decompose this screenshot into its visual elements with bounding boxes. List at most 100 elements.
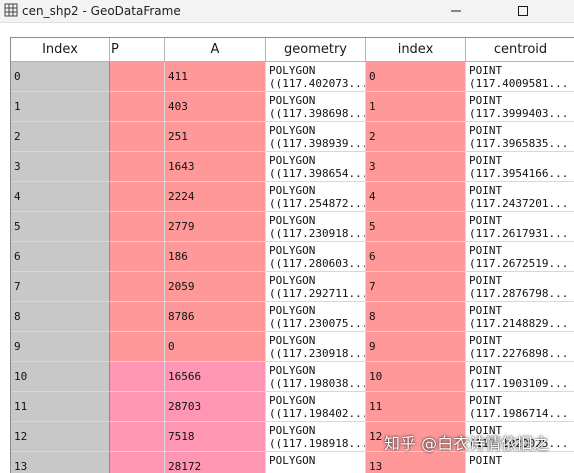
- a-cell[interactable]: 28703: [165, 392, 266, 422]
- centroid-cell[interactable]: POINT (117.2617931...: [466, 212, 574, 242]
- index2-cell[interactable]: 2: [366, 122, 466, 152]
- centroid-value-coords: (117.2276898...: [469, 347, 569, 360]
- centroid-cell[interactable]: POINT (117.2276898...: [466, 332, 574, 362]
- header-geometry[interactable]: geometry: [266, 38, 366, 62]
- row-index-cell[interactable]: 1: [11, 92, 110, 122]
- a-cell[interactable]: 411: [165, 62, 266, 92]
- centroid-cell[interactable]: POINT (117.1903109...: [466, 362, 574, 392]
- header-a[interactable]: A: [165, 38, 266, 62]
- p-cell[interactable]: [110, 62, 165, 92]
- row-index-cell[interactable]: 0: [11, 62, 110, 92]
- geometry-cell[interactable]: POLYGON ((117.254872...: [266, 182, 366, 212]
- a-value: 2779: [168, 220, 195, 233]
- centroid-cell[interactable]: POINT (117.4009581...: [466, 62, 574, 92]
- a-cell[interactable]: 8786: [165, 302, 266, 332]
- geometry-cell[interactable]: POLYGON: [266, 452, 366, 473]
- p-cell[interactable]: [110, 212, 165, 242]
- geometry-cell[interactable]: POLYGON ((117.230918...: [266, 332, 366, 362]
- index2-cell[interactable]: 9: [366, 332, 466, 362]
- header-centroid[interactable]: centroid: [466, 38, 574, 62]
- row-index-value: 4: [14, 190, 21, 203]
- row-index-cell[interactable]: 7: [11, 272, 110, 302]
- a-cell[interactable]: 403: [165, 92, 266, 122]
- p-cell[interactable]: [110, 302, 165, 332]
- geometry-cell[interactable]: POLYGON ((117.398654...: [266, 152, 366, 182]
- a-cell[interactable]: 2779: [165, 212, 266, 242]
- p-cell[interactable]: [110, 392, 165, 422]
- centroid-value-coords: (117.2148829...: [469, 317, 569, 330]
- geometry-cell[interactable]: POLYGON ((117.402073...: [266, 62, 366, 92]
- p-cell[interactable]: [110, 272, 165, 302]
- geometry-cell[interactable]: POLYGON ((117.280603...: [266, 242, 366, 272]
- centroid-value-coords: (117.2672519...: [469, 257, 569, 270]
- row-index-cell[interactable]: 5: [11, 212, 110, 242]
- p-cell[interactable]: [110, 92, 165, 122]
- header-index[interactable]: Index: [11, 38, 110, 62]
- a-cell[interactable]: 0: [165, 332, 266, 362]
- row-index-cell[interactable]: 11: [11, 392, 110, 422]
- p-cell[interactable]: [110, 122, 165, 152]
- p-cell[interactable]: [110, 182, 165, 212]
- p-cell[interactable]: [110, 422, 165, 452]
- index2-cell[interactable]: 4: [366, 182, 466, 212]
- row-index-value: 8: [14, 310, 21, 323]
- minimize-button[interactable]: [433, 0, 479, 22]
- index2-cell[interactable]: 1: [366, 92, 466, 122]
- geometry-cell[interactable]: POLYGON ((117.230918...: [266, 212, 366, 242]
- row-index-cell[interactable]: 3: [11, 152, 110, 182]
- row-index-cell[interactable]: 8: [11, 302, 110, 332]
- geometry-cell[interactable]: POLYGON ((117.292711...: [266, 272, 366, 302]
- row-index-cell[interactable]: 10: [11, 362, 110, 392]
- a-cell[interactable]: 7518: [165, 422, 266, 452]
- centroid-cell[interactable]: POINT (117.2876798...: [466, 272, 574, 302]
- row-index-cell[interactable]: 12: [11, 422, 110, 452]
- a-cell[interactable]: 2059: [165, 272, 266, 302]
- centroid-cell[interactable]: POINT (117.3999403...: [466, 92, 574, 122]
- centroid-cell[interactable]: POINT (117.3954166...: [466, 152, 574, 182]
- a-cell[interactable]: 1643: [165, 152, 266, 182]
- row-index-value: 6: [14, 250, 21, 263]
- a-value: 16566: [168, 370, 202, 383]
- a-cell[interactable]: 16566: [165, 362, 266, 392]
- centroid-cell[interactable]: POINT (117.2437201...: [466, 182, 574, 212]
- a-cell[interactable]: 2224: [165, 182, 266, 212]
- centroid-cell[interactable]: POINT (117.3965835...: [466, 122, 574, 152]
- window-title-bar[interactable]: cen_shp2 - GeoDataFrame: [0, 0, 574, 23]
- index2-cell[interactable]: 11: [366, 392, 466, 422]
- index2-value: 9: [369, 340, 376, 353]
- maximize-button[interactable]: [500, 0, 546, 22]
- row-index-cell[interactable]: 6: [11, 242, 110, 272]
- row-index-cell[interactable]: 2: [11, 122, 110, 152]
- p-cell[interactable]: [110, 452, 165, 473]
- index2-cell[interactable]: 5: [366, 212, 466, 242]
- geometry-cell[interactable]: POLYGON ((117.198918...: [266, 422, 366, 452]
- p-cell[interactable]: [110, 242, 165, 272]
- centroid-cell[interactable]: POINT (117.1986714...: [466, 392, 574, 422]
- row-index-cell[interactable]: 9: [11, 332, 110, 362]
- row-index-cell[interactable]: 13: [11, 452, 110, 473]
- a-cell[interactable]: 251: [165, 122, 266, 152]
- header-index2[interactable]: index: [366, 38, 466, 62]
- dataframe-table[interactable]: Index 0 1 2 3 4 5 6 7 8 9 10 11 12 13 P A 411 403 251 16…: [10, 37, 574, 473]
- p-cell[interactable]: [110, 152, 165, 182]
- p-cell[interactable]: [110, 332, 165, 362]
- index2-cell[interactable]: 7: [366, 272, 466, 302]
- geometry-cell[interactable]: POLYGON ((117.230075...: [266, 302, 366, 332]
- a-cell[interactable]: 28172: [165, 452, 266, 473]
- p-cell[interactable]: [110, 362, 165, 392]
- geometry-value-type: POLYGON: [269, 124, 316, 137]
- geometry-cell[interactable]: POLYGON ((117.198038...: [266, 362, 366, 392]
- index2-cell[interactable]: 0: [366, 62, 466, 92]
- header-p[interactable]: P: [110, 38, 165, 62]
- geometry-cell[interactable]: POLYGON ((117.198402...: [266, 392, 366, 422]
- geometry-cell[interactable]: POLYGON ((117.398939...: [266, 122, 366, 152]
- centroid-cell[interactable]: POINT (117.2148829...: [466, 302, 574, 332]
- index2-cell[interactable]: 6: [366, 242, 466, 272]
- index2-cell[interactable]: 3: [366, 152, 466, 182]
- index2-cell[interactable]: 10: [366, 362, 466, 392]
- geometry-cell[interactable]: POLYGON ((117.398698...: [266, 92, 366, 122]
- centroid-cell[interactable]: POINT (117.2672519...: [466, 242, 574, 272]
- a-cell[interactable]: 186: [165, 242, 266, 272]
- index2-cell[interactable]: 8: [366, 302, 466, 332]
- row-index-cell[interactable]: 4: [11, 182, 110, 212]
